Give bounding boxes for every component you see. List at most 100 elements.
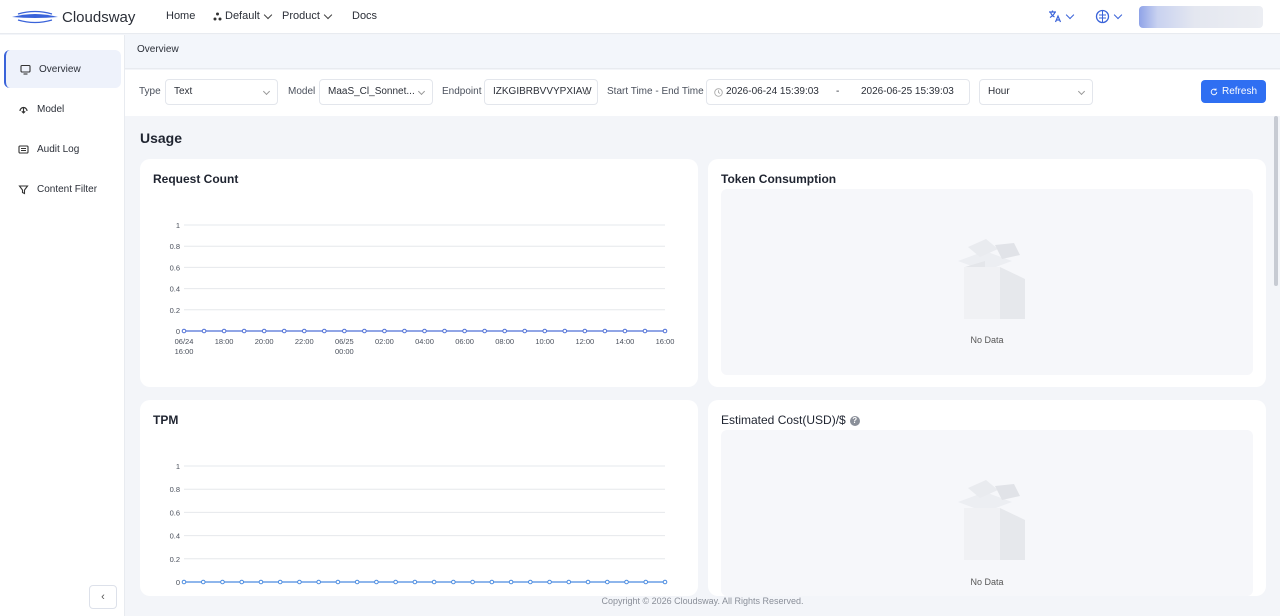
data-point: [382, 328, 387, 334]
y-tick-label: 0.6: [170, 263, 180, 272]
empty-state: No Data: [721, 430, 1253, 596]
help-icon[interactable]: ?: [849, 415, 860, 426]
chevron-down-icon: [263, 10, 273, 19]
x-tick-label: 16:00: [656, 337, 675, 346]
region-switch[interactable]: [1095, 9, 1123, 24]
type-select[interactable]: Text: [165, 79, 278, 105]
data-point: [221, 328, 227, 334]
y-tick-label: 1: [176, 221, 180, 230]
chevron-down-icon: [1077, 87, 1086, 96]
sidebar-item-label: Audit Log: [37, 143, 80, 155]
time-range-picker[interactable]: 2026-06-24 15:39:03 - 2026-06-25 15:39:0…: [706, 79, 970, 105]
start-time-input[interactable]: 2026-06-24 15:39:03: [726, 86, 819, 97]
y-tick-label: 0.2: [170, 555, 180, 564]
sidebar-item-audit-log[interactable]: Audit Log: [4, 130, 121, 168]
nav-product[interactable]: Product: [282, 10, 333, 22]
data-point: [470, 579, 475, 585]
data-point: [489, 579, 495, 585]
y-tick-label: 1: [176, 462, 180, 471]
x-tick-label: 00:00: [335, 347, 354, 356]
model-select[interactable]: MaaS_Cl_Sonnet...: [319, 79, 433, 105]
y-tick-label: 0: [176, 327, 180, 336]
sidebar: Overview Model Audit Log Content Filter …: [0, 35, 125, 616]
x-tick-label: 12:00: [575, 337, 594, 346]
nav-docs-label: Docs: [352, 10, 378, 22]
y-tick-label: 0.8: [170, 485, 180, 494]
empty-box-icon: [958, 239, 1025, 319]
chevron-down-icon: [1065, 10, 1075, 19]
user-account[interactable]: [1139, 6, 1263, 28]
data-point: [181, 579, 187, 585]
nav-home[interactable]: Home: [166, 10, 195, 22]
data-point: [585, 579, 591, 585]
data-point: [582, 328, 588, 334]
data-point: [301, 328, 307, 334]
granularity-select[interactable]: Hour: [979, 79, 1093, 105]
model-label: Model: [288, 86, 316, 97]
data-point: [201, 328, 207, 334]
data-point: [547, 579, 552, 585]
chevron-down-icon: [323, 10, 333, 19]
y-tick-label: 0.6: [170, 508, 180, 517]
data-point: [220, 579, 225, 585]
sidebar-item-label: Content Filter: [37, 183, 98, 195]
request-count-card: Request Count 1 0.8 0.6 0.4 0.2 0 06/24 16:00 18…: [140, 159, 698, 387]
data-point: [342, 328, 347, 334]
endpoint-select[interactable]: IZKGIBRBVVYPXIAW: [484, 79, 598, 105]
data-point: [643, 579, 649, 585]
sidebar-item-content-filter[interactable]: Content Filter: [4, 170, 121, 208]
refresh-button[interactable]: Refresh: [1201, 80, 1266, 103]
y-tick-label: 0.4: [170, 285, 180, 294]
y-tick-label: 0.8: [170, 242, 180, 251]
data-point: [662, 328, 668, 334]
globe-sync-icon: [1095, 9, 1110, 24]
collapse-sidebar-button[interactable]: ‹: [89, 585, 117, 609]
breadcrumb-current: Overview: [137, 44, 179, 55]
scrollbar[interactable]: [1274, 116, 1278, 286]
chevron-left-icon: ‹: [101, 591, 105, 603]
language-switch[interactable]: [1048, 9, 1075, 23]
data-point: [281, 328, 287, 334]
data-point: [542, 328, 548, 334]
model-icon: [19, 106, 28, 114]
workspace-icon: [213, 12, 222, 20]
data-point: [624, 579, 629, 585]
data-point: [528, 579, 533, 585]
x-tick-label: 04:00: [415, 337, 434, 346]
data-point: [508, 579, 514, 585]
refresh-label: Refresh: [1221, 86, 1257, 97]
data-point: [482, 328, 487, 334]
tpm-chart: 1 0.8 0.6 0.4 0.2 0: [170, 462, 668, 587]
data-point: [562, 328, 568, 334]
sidebar-item-label: Overview: [39, 63, 81, 75]
card-title-text: Estimated Cost(USD)/$: [721, 413, 846, 427]
nav-home-label: Home: [166, 10, 196, 22]
data-point: [239, 579, 245, 585]
data-point: [321, 328, 327, 334]
y-tick-label: 0.2: [170, 306, 180, 315]
estimated-cost-card: Estimated Cost(USD)/$? No Data: [708, 400, 1266, 596]
time-range-label: Start Time - End Time: [607, 86, 704, 97]
no-data-text: No Data: [970, 335, 1004, 345]
data-point: [354, 579, 360, 585]
nav-workspace[interactable]: Default: [213, 10, 273, 22]
log-icon: [18, 144, 29, 154]
data-point: [241, 328, 247, 334]
top-bar: Cloudsway Home Default Product Docs: [0, 0, 1280, 34]
data-point: [316, 579, 321, 585]
logo[interactable]: Cloudsway: [12, 8, 135, 26]
data-point: [522, 328, 528, 334]
monitor-icon: [20, 64, 31, 75]
type-label: Type: [139, 86, 161, 97]
end-time-input[interactable]: 2026-06-25 15:39:03: [861, 86, 954, 97]
type-value: Text: [174, 86, 193, 97]
nav-docs[interactable]: Docs: [352, 10, 377, 22]
empty-state: No Data: [721, 189, 1253, 375]
sidebar-item-overview[interactable]: Overview: [4, 50, 121, 88]
time-separator: -: [836, 86, 840, 97]
x-tick-label: 16:00: [175, 347, 194, 356]
x-tick-label: 20:00: [255, 337, 274, 346]
data-point: [374, 579, 379, 585]
data-point: [261, 328, 267, 334]
sidebar-item-model[interactable]: Model: [4, 90, 121, 128]
